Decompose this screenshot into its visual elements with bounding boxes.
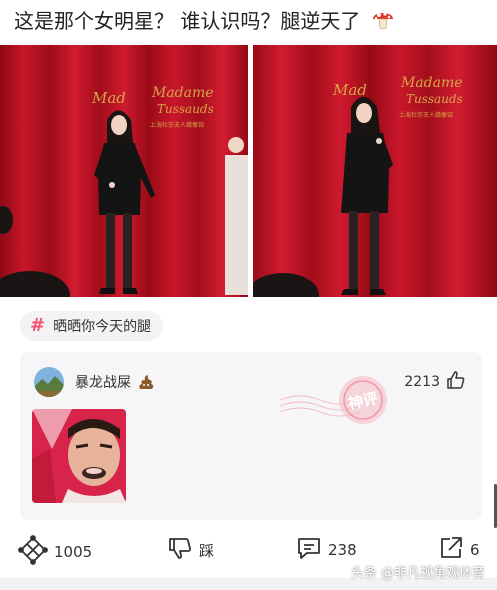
post-photo-1[interactable]: Mad Madame Tussauds 上海杜莎夫人蜡像馆 [0, 45, 248, 297]
post-title: 这是那个女明星？ 谁认识吗？腿逆天了 [14, 6, 395, 39]
hot-comment-stamp: 神评 [275, 370, 415, 444]
forward-action[interactable]: 6 [438, 535, 480, 565]
watermark: 头条 @非凡视角观体育 [350, 566, 485, 581]
mushroom-emoji-icon [371, 7, 395, 39]
knot-share-icon [18, 535, 48, 569]
forward-icon [438, 535, 464, 565]
comment-username[interactable]: 暴龙战屎 [75, 372, 131, 392]
comment-action[interactable]: 238 [296, 535, 357, 565]
sign-left-text: Mad [91, 89, 126, 107]
top-comment[interactable]: 暴龙战屎 神评 2213 [20, 352, 482, 520]
post-photo-2[interactable]: Mad Madame Tussauds 上海杜莎夫人蜡像馆 [253, 45, 497, 297]
post-title-text: 这是那个女明星？ 谁认识吗？腿逆天了 [14, 9, 361, 33]
comment-count: 238 [328, 541, 357, 559]
share-count: 1005 [54, 543, 93, 561]
thumbs-up-icon[interactable] [446, 370, 466, 394]
share-action[interactable]: 1005 [18, 535, 92, 569]
side-person [225, 137, 248, 295]
sign-main-text: Madame [400, 75, 463, 91]
sign-main-text: Madame [151, 85, 214, 101]
topic-label: 晒晒你今天的腿 [53, 319, 152, 335]
forward-count: 6 [470, 541, 480, 559]
thumbs-down-icon [167, 535, 193, 565]
dislike-action[interactable]: 踩 [167, 535, 214, 565]
comment-image[interactable] [32, 409, 126, 503]
avatar[interactable] [34, 367, 64, 397]
sign-cn-text: 上海杜莎夫人蜡像馆 [399, 111, 453, 119]
poop-emoji-icon [137, 373, 155, 395]
comment-bubble-icon [296, 535, 322, 565]
sign-cn-text: 上海杜莎夫人蜡像馆 [150, 121, 204, 129]
comment-likes[interactable]: 2213 [404, 370, 466, 394]
dislike-label: 踩 [199, 541, 215, 560]
sign-left-text: Mad [332, 81, 367, 99]
sign-sub-text: Tussauds [406, 92, 463, 106]
sign-sub-text: Tussauds [157, 102, 214, 116]
topic-tag[interactable]: # 晒晒你今天的腿 [20, 311, 164, 341]
like-count: 2213 [404, 374, 440, 390]
hash-icon: # [30, 315, 46, 336]
